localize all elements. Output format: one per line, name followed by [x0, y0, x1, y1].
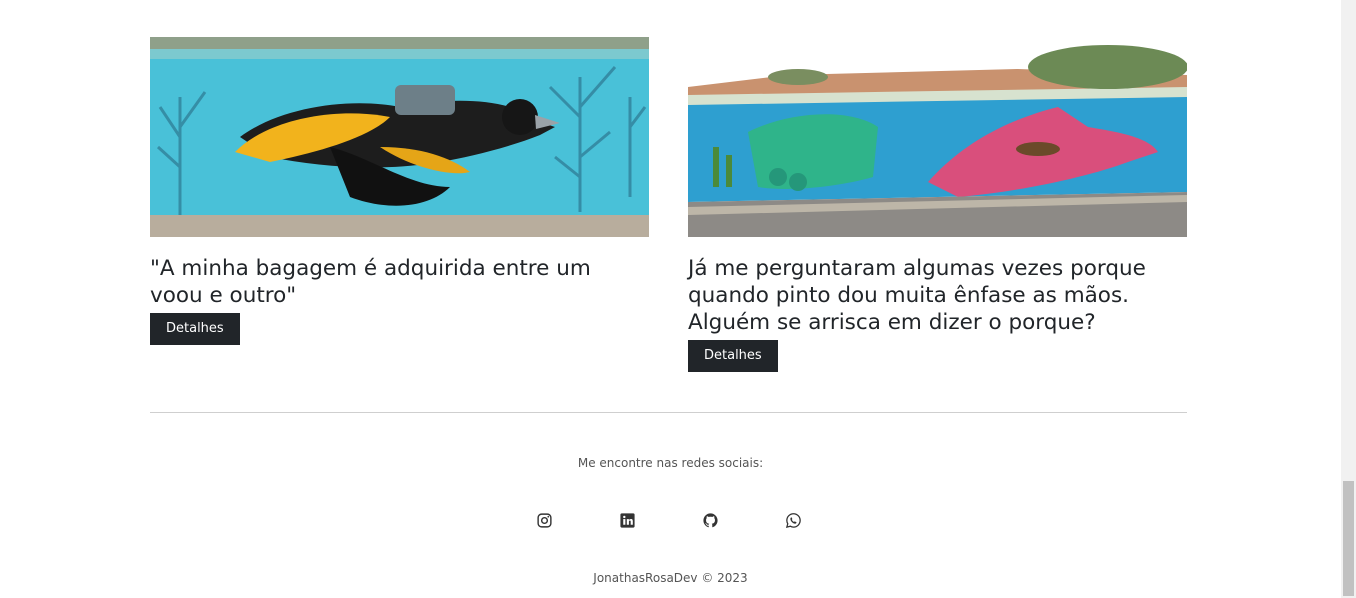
- gallery-card: Já me perguntaram algumas vezes porque q…: [688, 37, 1187, 372]
- card-image-bird-mural: [150, 37, 649, 237]
- card-title: "A minha bagagem é adquirida entre um vo…: [150, 256, 591, 308]
- details-button[interactable]: Detalhes: [150, 313, 240, 345]
- instagram-icon[interactable]: [534, 510, 554, 530]
- card-title: Já me perguntaram algumas vezes porque q…: [688, 256, 1146, 335]
- social-links: [0, 510, 1341, 530]
- gallery-card: "A minha bagagem é adquirida entre um vo…: [150, 37, 649, 345]
- copyright-text: JonathasRosaDev © 2023: [593, 571, 748, 585]
- scrollbar[interactable]: [1341, 0, 1356, 598]
- footer-caption: Me encontre nas redes sociais:: [577, 456, 764, 470]
- linkedin-icon[interactable]: [617, 510, 637, 530]
- details-button[interactable]: Detalhes: [688, 340, 778, 372]
- card-image-hands-mural: [688, 37, 1187, 237]
- divider: [150, 412, 1187, 413]
- whatsapp-icon[interactable]: [783, 510, 803, 530]
- github-icon[interactable]: [700, 510, 720, 530]
- scrollbar-thumb[interactable]: [1343, 481, 1354, 596]
